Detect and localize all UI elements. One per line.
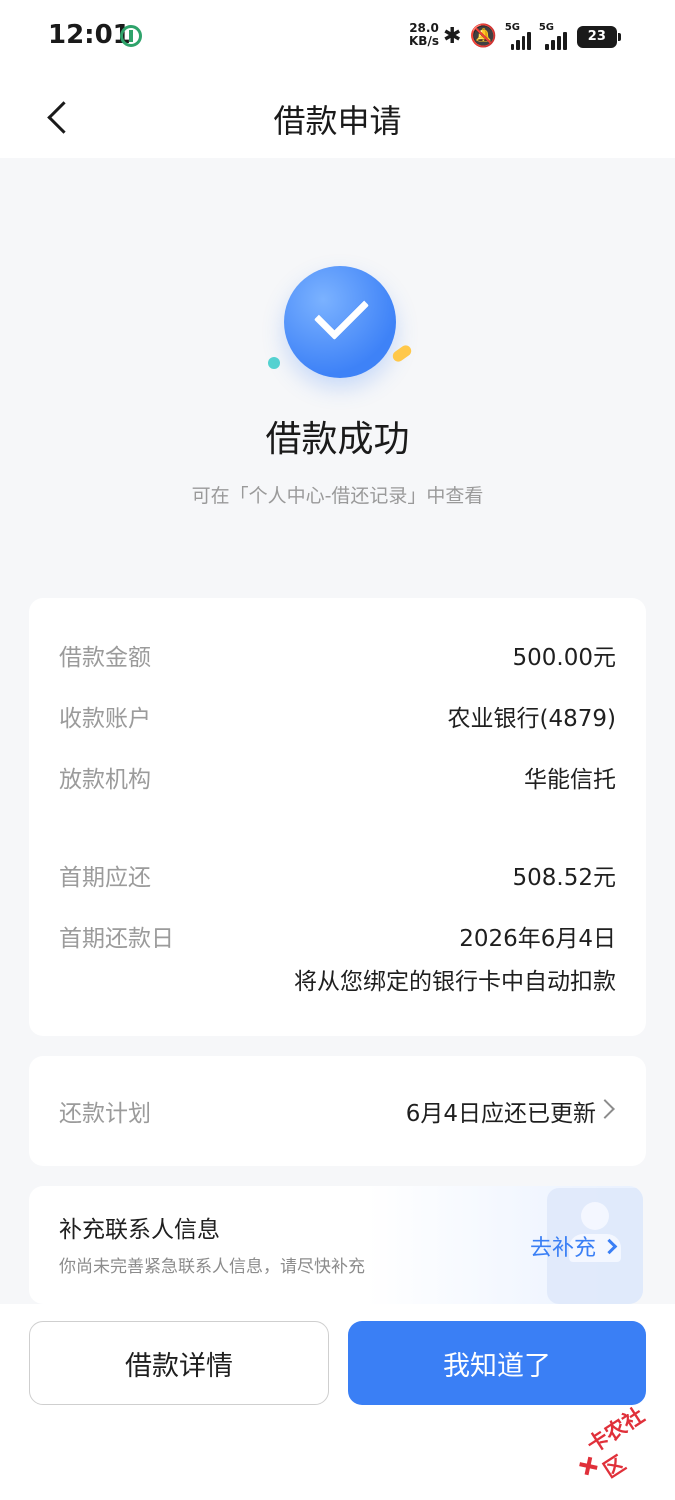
bottom-action-bar: 借款详情 我知道了 [0, 1304, 675, 1500]
loan-detail-button[interactable]: 借款详情 [29, 1321, 329, 1405]
network-speed: 28.0 KB/s [409, 21, 439, 48]
status-time: 12:01 [48, 20, 131, 50]
page-title: 借款申请 [273, 102, 402, 140]
nav-bar: 借款申请 [0, 78, 675, 158]
contact-title: 补充联系人信息 [59, 1217, 220, 1243]
result-title: 借款成功 [265, 419, 410, 460]
contact-info-banner[interactable]: 补充联系人信息 你尚未完善紧急联系人信息，请尽快补充 去补充 [29, 1186, 643, 1304]
plan-label: 还款计划 [59, 1101, 151, 1127]
check-circle-icon [284, 266, 396, 378]
decoration-dot [268, 357, 280, 369]
app-notification-icon [120, 25, 142, 47]
status-icons: ✱ 🔕 5G 5G 23 [443, 22, 621, 50]
battery-icon: 23 [576, 26, 621, 48]
confirm-button[interactable]: 我知道了 [348, 1321, 646, 1405]
result-hint: 可在「个人中心-借还记录」中查看 [191, 485, 484, 507]
repayment-plan-row[interactable]: 还款计划 6月4日应还已更新 [29, 1056, 646, 1166]
bluetooth-icon: ✱ [443, 24, 462, 49]
signal-icon: 5G [505, 22, 531, 50]
chevron-right-icon [595, 1099, 615, 1119]
status-bar: 12:01 28.0 KB/s ✱ 🔕 5G 5G 23 [0, 0, 675, 78]
bell-muted-icon: 🔕 [469, 24, 497, 49]
decoration-dot [390, 343, 414, 364]
plan-value: 6月4日应还已更新 [405, 1101, 596, 1127]
contact-subtitle: 你尚未完善紧急联系人信息，请尽快补充 [59, 1257, 365, 1277]
loan-detail-card: 借款金额 500.00元 收款账户 农业银行(4879) 放款机构 华能信托 首… [29, 598, 646, 1036]
signal-icon: 5G [539, 22, 569, 50]
supplement-link[interactable]: 去补充 [530, 1230, 618, 1262]
chevron-right-icon [601, 1238, 618, 1254]
